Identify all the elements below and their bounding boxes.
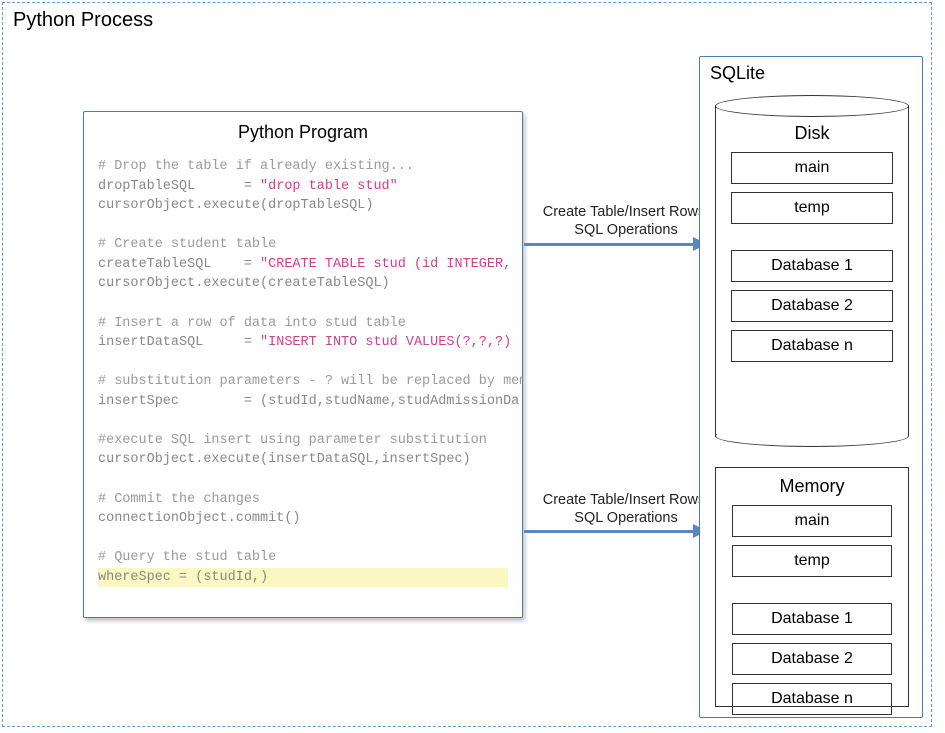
code-comment: #execute SQL insert using parameter subs… bbox=[98, 433, 487, 448]
code-string: "drop table stud" bbox=[260, 179, 398, 194]
sqlite-title: SQLite bbox=[700, 57, 922, 88]
disk-content: Disk main temp Database 1 Database 2 Dat… bbox=[715, 115, 909, 433]
code-string: "INSERT INTO stud VALUES(?,?,?) bbox=[260, 335, 511, 350]
db-item: Database 2 bbox=[732, 643, 892, 675]
arrow-to-memory-icon bbox=[524, 530, 706, 533]
code-comment: # Insert a row of data into stud table bbox=[98, 316, 406, 331]
code-line: cursorObject.execute(createTableSQL) bbox=[98, 276, 390, 291]
code-comment: # Drop the table if already existing... bbox=[98, 159, 414, 174]
code-comment: # Commit the changes bbox=[98, 492, 260, 507]
arrow-label-memory: Create Table/Insert Rows/ SQL Operations bbox=[526, 491, 726, 527]
python-program-title: Python Program bbox=[84, 112, 522, 151]
db-item: main bbox=[732, 505, 892, 537]
db-item: temp bbox=[731, 192, 893, 224]
code-comment: # substitution parameters - ? will be re… bbox=[98, 374, 522, 389]
process-frame: Python Process Python Program # Drop the… bbox=[2, 2, 932, 727]
code-comment: # Query the stud table bbox=[98, 550, 276, 565]
process-title: Python Process bbox=[13, 9, 921, 32]
db-item: temp bbox=[732, 545, 892, 577]
code-line: insertSpec = (studId,studName,studAdmiss… bbox=[98, 394, 519, 409]
arrow-label-line: Create Table/Insert Rows/ bbox=[543, 204, 710, 220]
arrow-label-line: SQL Operations bbox=[574, 510, 677, 526]
db-item: Database 1 bbox=[732, 603, 892, 635]
code-line: insertDataSQL = bbox=[98, 335, 260, 350]
code-comment: # Create student table bbox=[98, 237, 276, 252]
code-block: # Drop the table if already existing... … bbox=[84, 151, 522, 597]
arrow-label-line: SQL Operations bbox=[574, 222, 677, 238]
arrow-label-line: Create Table/Insert Rows/ bbox=[543, 492, 710, 508]
disk-title: Disk bbox=[715, 123, 909, 144]
code-highlight-line: whereSpec = (studId,) bbox=[98, 568, 508, 588]
disk-cylinder: Disk main temp Database 1 Database 2 Dat… bbox=[715, 95, 909, 447]
memory-box: Memory main temp Database 1 Database 2 D… bbox=[715, 467, 909, 707]
code-line: connectionObject.commit() bbox=[98, 511, 301, 526]
db-item: Database n bbox=[731, 330, 893, 362]
code-line: cursorObject.execute(insertDataSQL,inser… bbox=[98, 452, 471, 467]
db-item: main bbox=[731, 152, 893, 184]
arrow-to-disk-icon bbox=[524, 243, 706, 246]
db-item: Database 1 bbox=[731, 250, 893, 282]
code-line: createTableSQL = bbox=[98, 257, 260, 272]
db-item: Database 2 bbox=[731, 290, 893, 322]
db-item: Database n bbox=[732, 683, 892, 715]
code-string: "CREATE TABLE stud (id INTEGER, bbox=[260, 257, 511, 272]
code-line: dropTableSQL = bbox=[98, 179, 260, 194]
code-line: cursorObject.execute(dropTableSQL) bbox=[98, 198, 373, 213]
arrow-label-disk: Create Table/Insert Rows/ SQL Operations bbox=[526, 203, 726, 239]
python-program-box: Python Program # Drop the table if alrea… bbox=[83, 111, 523, 618]
memory-title: Memory bbox=[716, 476, 908, 497]
